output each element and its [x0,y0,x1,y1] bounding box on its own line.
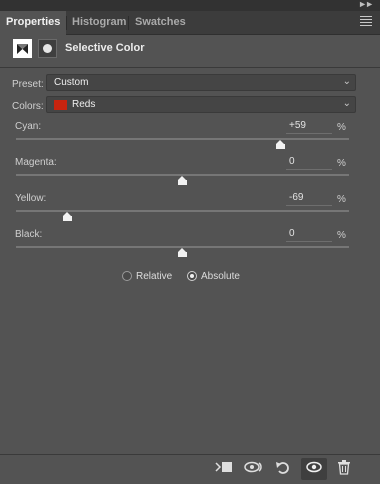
preset-dropdown[interactable]: Custom ⌄ [46,74,356,91]
cyan-slider-thumb[interactable] [276,140,286,149]
collapse-panel-icon[interactable]: ►► [358,0,374,9]
absolute-label[interactable]: Absolute [201,271,240,282]
black-percent: % [337,230,346,241]
panel-title: Selective Color [65,42,145,54]
tab-histogram[interactable]: Histogram [66,11,132,34]
yellow-percent: % [337,194,346,205]
tab-swatches[interactable]: Swatches [129,11,192,34]
relative-radio[interactable] [122,271,132,281]
properties-header: Selective Color [0,35,380,68]
tab-properties[interactable]: Properties [0,11,67,35]
relative-label[interactable]: Relative [136,271,172,282]
adjustment-icon[interactable] [13,39,32,58]
view-previous-state-icon[interactable] [244,460,264,478]
preset-label: Preset: [12,79,44,90]
magenta-percent: % [337,158,346,169]
colors-value: Reds [72,99,96,110]
yellow-value-field[interactable]: -69 [286,192,332,206]
panel-menu-icon[interactable] [360,16,372,28]
magenta-value-field[interactable]: 0 [286,156,332,170]
clip-to-layer-icon[interactable] [214,460,234,478]
cyan-percent: % [337,122,346,133]
yellow-label: Yellow: [15,193,47,204]
yellow-slider-thumb[interactable] [63,212,73,221]
black-value-field[interactable]: 0 [286,228,332,242]
colors-label: Colors: [12,101,44,112]
visibility-eye-icon[interactable] [301,458,327,480]
black-slider-thumb[interactable] [178,248,187,257]
panel-top-strip: ►► [0,0,380,11]
panel-footer [0,454,380,484]
chevron-down-icon: ⌄ [342,76,351,87]
layer-mask-icon[interactable] [38,39,57,58]
preset-value: Custom [54,77,89,88]
cyan-label: Cyan: [15,121,42,132]
delete-trash-icon[interactable] [334,460,354,478]
magenta-label: Magenta: [15,157,57,168]
panel-tab-bar: Properties Histogram Swatches [0,11,380,35]
cyan-slider-track[interactable] [16,138,349,140]
reset-icon[interactable] [273,460,293,478]
chevron-down-icon: ⌄ [342,98,351,109]
colors-dropdown[interactable]: Reds ⌄ [46,96,356,113]
absolute-radio[interactable] [187,271,197,281]
black-label: Black: [15,229,43,240]
color-swatch [54,100,67,110]
magenta-slider-thumb[interactable] [178,176,187,185]
cyan-value-field[interactable]: +59 [286,120,332,134]
